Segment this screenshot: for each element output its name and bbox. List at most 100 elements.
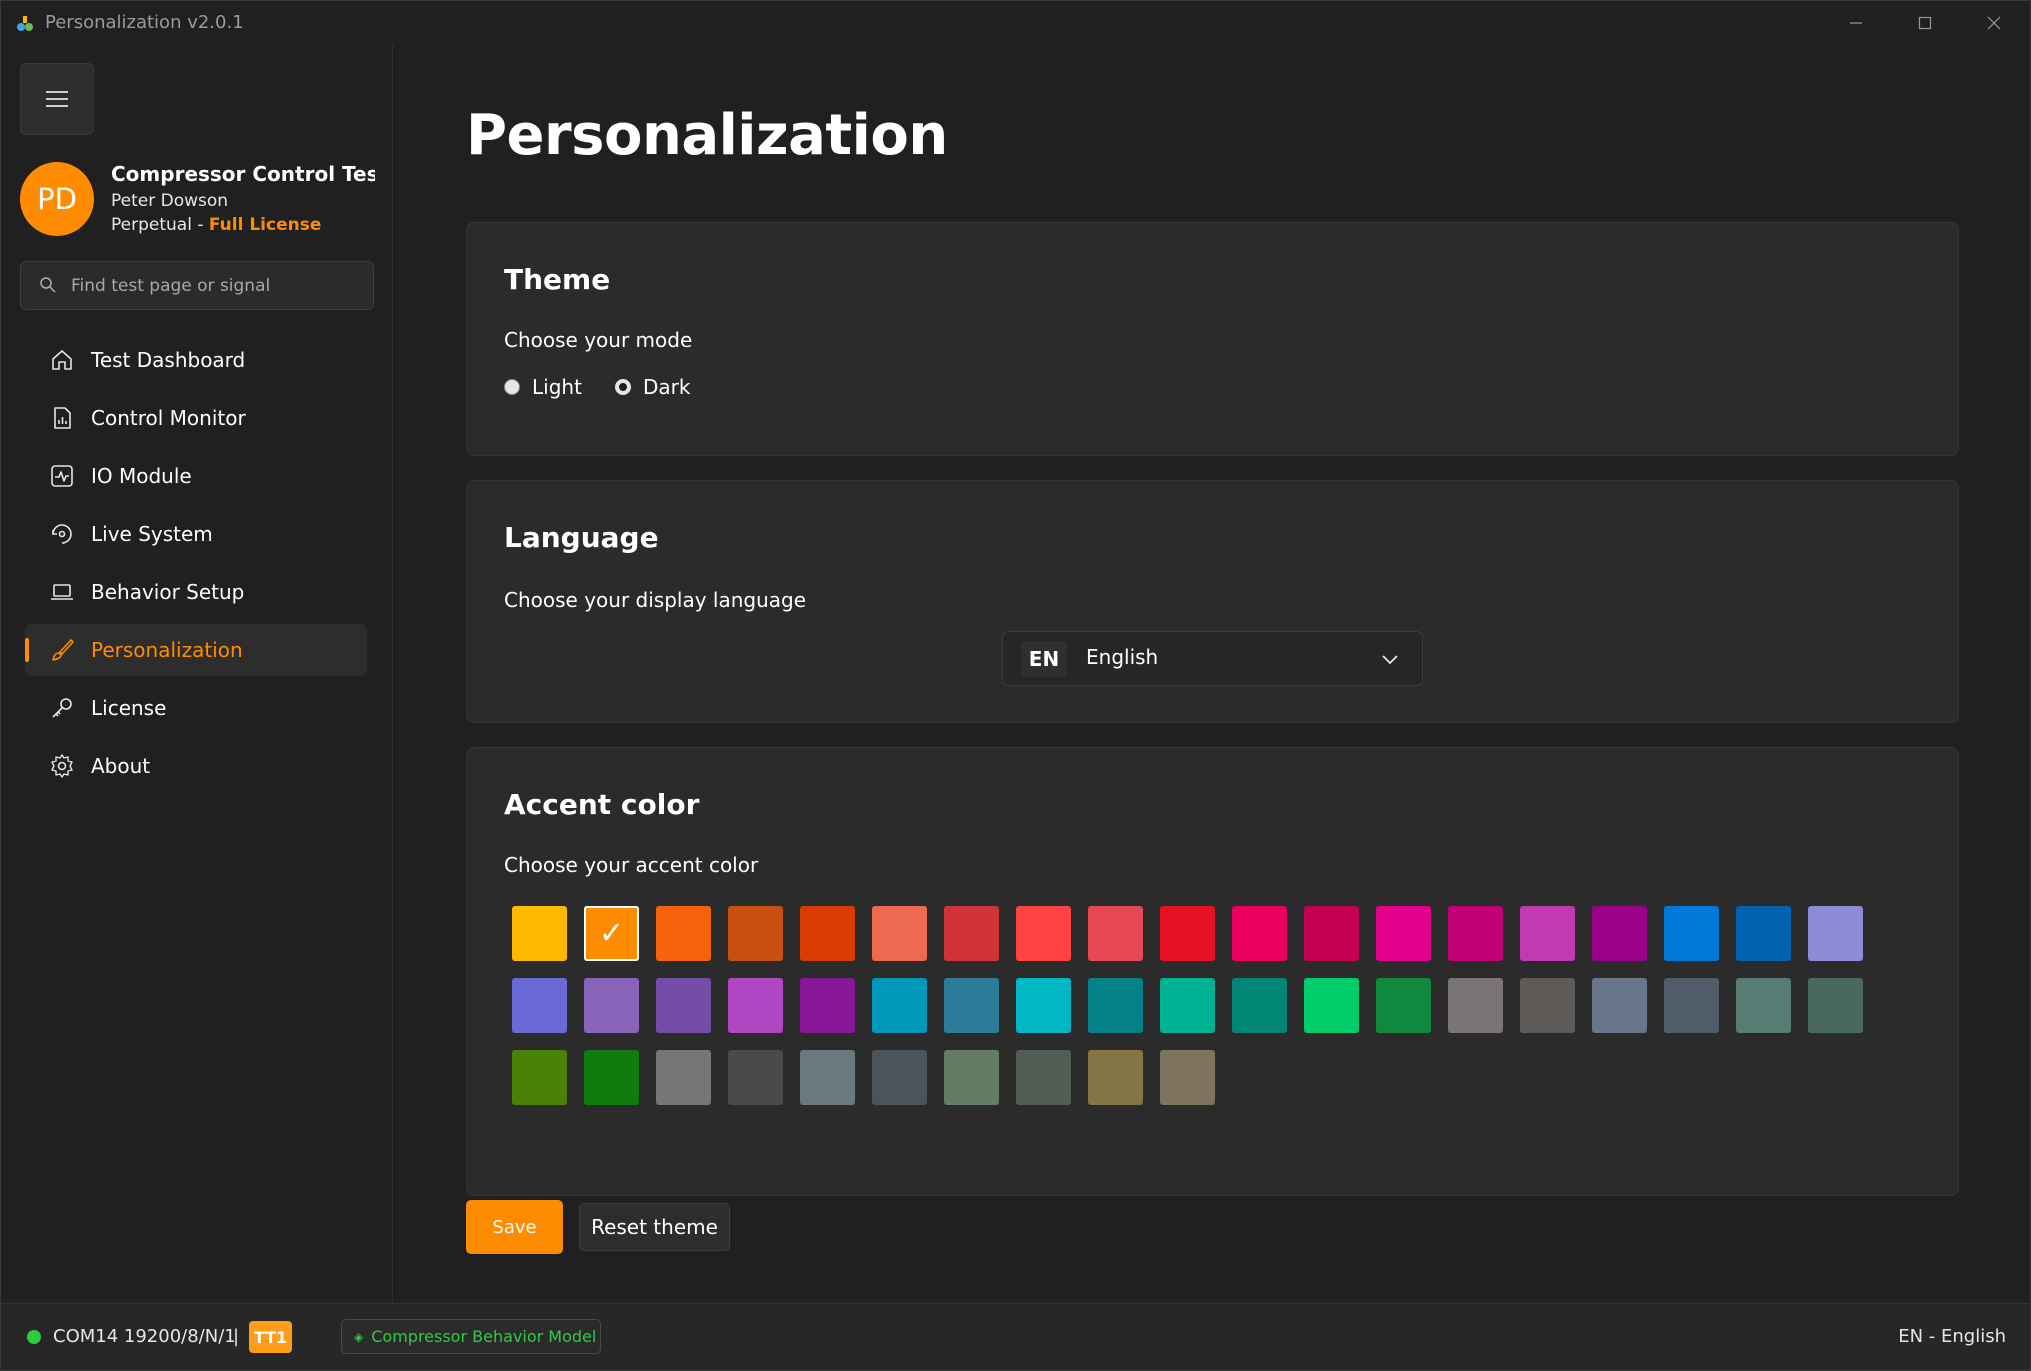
language-selected-value: English xyxy=(1086,645,1159,669)
accent-swatch[interactable] xyxy=(800,906,855,961)
accent-swatch[interactable] xyxy=(872,906,927,961)
accent-swatch[interactable] xyxy=(1016,1050,1071,1105)
gear-icon xyxy=(51,754,73,778)
accent-swatch[interactable] xyxy=(872,978,927,1033)
accent-swatch[interactable] xyxy=(656,1050,711,1105)
accent-swatch[interactable] xyxy=(944,906,999,961)
reset-theme-button[interactable]: Reset theme xyxy=(579,1203,730,1251)
accent-swatch[interactable] xyxy=(944,978,999,1033)
home-icon xyxy=(52,350,72,370)
accent-swatch[interactable] xyxy=(1592,906,1647,961)
accent-swatch[interactable] xyxy=(872,1050,927,1105)
accent-swatch[interactable]: ✓ xyxy=(584,906,639,961)
sidebar-item-label: Live System xyxy=(91,522,213,546)
accent-swatch[interactable] xyxy=(1016,906,1071,961)
accent-swatch[interactable] xyxy=(1520,978,1575,1033)
accent-swatch[interactable] xyxy=(1088,978,1143,1033)
accent-color-card: Accent color Choose your accent color ✓ xyxy=(466,747,1959,1196)
maximize-button[interactable] xyxy=(1890,1,1960,45)
accent-swatch[interactable] xyxy=(1376,978,1431,1033)
main-content: Personalization Theme Choose your mode L… xyxy=(394,45,2030,1303)
accent-swatch[interactable] xyxy=(1808,978,1863,1033)
accent-swatch[interactable] xyxy=(1520,906,1575,961)
accent-swatch[interactable] xyxy=(1736,906,1791,961)
license-separator: - xyxy=(191,215,209,235)
pulse-monitor-icon xyxy=(51,465,73,487)
accent-swatch-grid: ✓ xyxy=(512,906,1932,1122)
license-info: Perpetual - Full License xyxy=(111,215,321,235)
accent-swatch[interactable] xyxy=(1448,978,1503,1033)
accent-subtitle: Choose your accent color xyxy=(504,853,759,877)
accent-swatch[interactable] xyxy=(512,978,567,1033)
accent-swatch[interactable] xyxy=(1736,978,1791,1033)
status-language[interactable]: EN - English xyxy=(1898,1326,2006,1347)
nav-list: Test Dashboard Control Monitor IO Module xyxy=(1,334,393,798)
serial-port-info: COM14 19200/8/N/1 xyxy=(53,1326,236,1347)
accent-swatch[interactable] xyxy=(1160,906,1215,961)
hamburger-icon xyxy=(46,91,68,107)
search-input[interactable] xyxy=(71,262,361,309)
accent-swatch[interactable] xyxy=(1160,1050,1215,1105)
accent-swatch[interactable] xyxy=(1232,906,1287,961)
sync-refresh-icon xyxy=(52,524,72,544)
accent-swatch[interactable] xyxy=(800,978,855,1033)
accent-swatch[interactable] xyxy=(512,1050,567,1105)
window-title: Personalization v2.0.1 xyxy=(45,12,244,33)
sidebar-item-live-system[interactable]: Live System xyxy=(25,508,367,560)
sidebar-item-test-dashboard[interactable]: Test Dashboard xyxy=(25,334,367,386)
accent-swatch[interactable] xyxy=(584,978,639,1033)
accent-swatch[interactable] xyxy=(1448,906,1503,961)
accent-swatch[interactable] xyxy=(944,1050,999,1105)
accent-swatch[interactable] xyxy=(728,978,783,1033)
connection-status-icon xyxy=(27,1330,41,1344)
sidebar-item-personalization[interactable]: Personalization xyxy=(25,624,367,676)
title-bar: Personalization v2.0.1 xyxy=(1,1,2030,45)
sidebar-item-label: About xyxy=(91,754,151,778)
theme-light-label: Light xyxy=(532,375,582,399)
model-chip[interactable]: ◈ Compressor Behavior Model xyxy=(341,1319,601,1354)
device-badge[interactable]: TT1 xyxy=(249,1321,292,1353)
key-icon xyxy=(52,698,72,718)
save-button[interactable]: Save xyxy=(466,1200,563,1254)
language-dropdown[interactable]: EN English xyxy=(1002,631,1423,686)
theme-light-radio[interactable]: Light xyxy=(504,375,582,399)
accent-swatch[interactable] xyxy=(1304,906,1359,961)
accent-swatch[interactable] xyxy=(728,906,783,961)
sidebar-item-io-module[interactable]: IO Module xyxy=(25,450,367,502)
accent-swatch[interactable] xyxy=(1088,906,1143,961)
sidebar-item-label: Behavior Setup xyxy=(91,580,245,604)
accent-title: Accent color xyxy=(504,788,700,821)
accent-swatch[interactable] xyxy=(1808,906,1863,961)
laptop-icon xyxy=(51,584,73,600)
theme-dark-radio[interactable]: Dark xyxy=(615,375,690,399)
accent-swatch[interactable] xyxy=(1664,906,1719,961)
sidebar-item-license[interactable]: License xyxy=(25,682,367,734)
accent-swatch[interactable] xyxy=(656,978,711,1033)
accent-swatch[interactable] xyxy=(1088,1050,1143,1105)
accent-swatch[interactable] xyxy=(512,906,567,961)
accent-swatch[interactable] xyxy=(1376,906,1431,961)
accent-swatch[interactable] xyxy=(1232,978,1287,1033)
accent-swatch[interactable] xyxy=(1016,978,1071,1033)
sidebar-item-label: Personalization xyxy=(91,638,243,662)
status-bar: COM14 19200/8/N/1 | TT1 ◈ Compressor Beh… xyxy=(1,1303,2030,1370)
accent-swatch[interactable] xyxy=(656,906,711,961)
accent-swatch[interactable] xyxy=(800,1050,855,1105)
sidebar-item-behavior-setup[interactable]: Behavior Setup xyxy=(25,566,367,618)
accent-swatch[interactable] xyxy=(1160,978,1215,1033)
accent-swatch[interactable] xyxy=(728,1050,783,1105)
sidebar-item-about[interactable]: About xyxy=(25,740,367,792)
accent-swatch[interactable] xyxy=(1664,978,1719,1033)
accent-swatch[interactable] xyxy=(1592,978,1647,1033)
accent-swatch[interactable] xyxy=(1304,978,1359,1033)
menu-toggle-button[interactable] xyxy=(20,63,94,135)
sidebar-item-control-monitor[interactable]: Control Monitor xyxy=(25,392,367,444)
minimize-button[interactable] xyxy=(1821,1,1891,45)
close-button[interactable] xyxy=(1959,1,2029,45)
language-subtitle: Choose your display language xyxy=(504,588,807,612)
search-box xyxy=(20,261,374,310)
paintbrush-icon xyxy=(52,639,74,661)
accent-swatch[interactable] xyxy=(584,1050,639,1105)
language-card: Language Choose your display language EN… xyxy=(466,480,1959,723)
chevron-down-icon xyxy=(1382,655,1398,665)
